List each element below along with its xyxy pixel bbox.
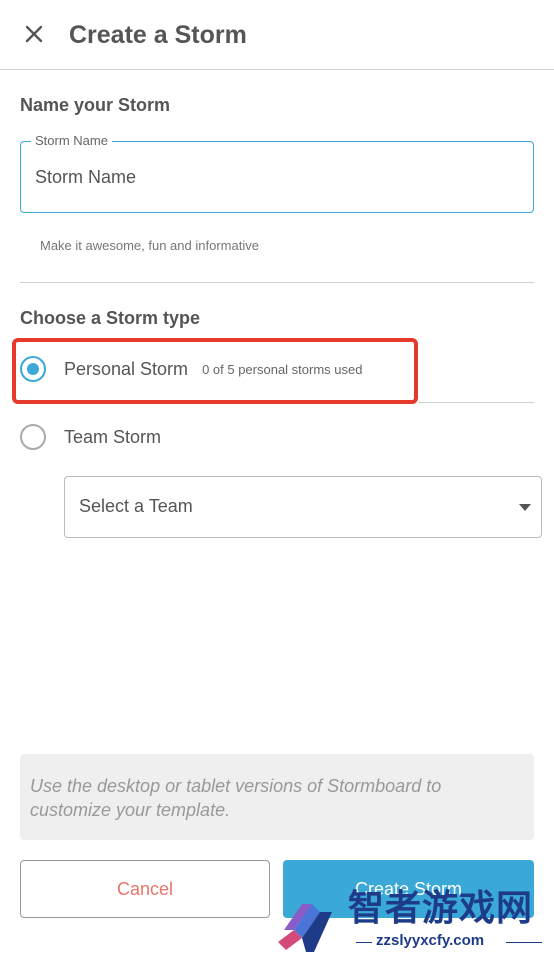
watermark-line [356, 942, 372, 943]
divider [418, 402, 534, 403]
header: Create a Storm [0, 0, 554, 70]
team-storm-radio[interactable] [20, 424, 46, 450]
close-icon[interactable] [20, 20, 48, 48]
storm-name-field: Storm Name [20, 133, 534, 213]
team-storm-option[interactable]: Team Storm [20, 417, 161, 457]
type-section-title: Choose a Storm type [20, 308, 201, 328]
team-storm-label: Team Storm [64, 426, 162, 447]
watermark-title: 智者游戏网 [348, 887, 534, 928]
cancel-button[interactable]: Cancel [20, 860, 270, 918]
watermark: 智者游戏网 zzslyyxcfy.com [272, 884, 554, 955]
storm-name-hint: Make it awesome, fun and informative [40, 238, 259, 253]
watermark-line [506, 942, 542, 943]
watermark-logo-icon [278, 904, 332, 952]
name-section-title: Name your Storm [20, 95, 171, 115]
highlight-box [12, 338, 418, 404]
divider [20, 282, 534, 283]
team-select-value: Select a Team [79, 496, 193, 516]
info-text: Use the desktop or tablet versions of St… [30, 776, 442, 820]
storm-name-label: Storm Name [31, 133, 112, 149]
page-title: Create a Storm [69, 21, 247, 49]
team-select[interactable]: Select a Team [64, 476, 542, 538]
storm-name-input[interactable] [35, 162, 515, 192]
watermark-url: zzslyyxcfy.com [376, 932, 485, 949]
caret-down-icon [519, 504, 531, 511]
info-box: Use the desktop or tablet versions of St… [20, 754, 534, 840]
